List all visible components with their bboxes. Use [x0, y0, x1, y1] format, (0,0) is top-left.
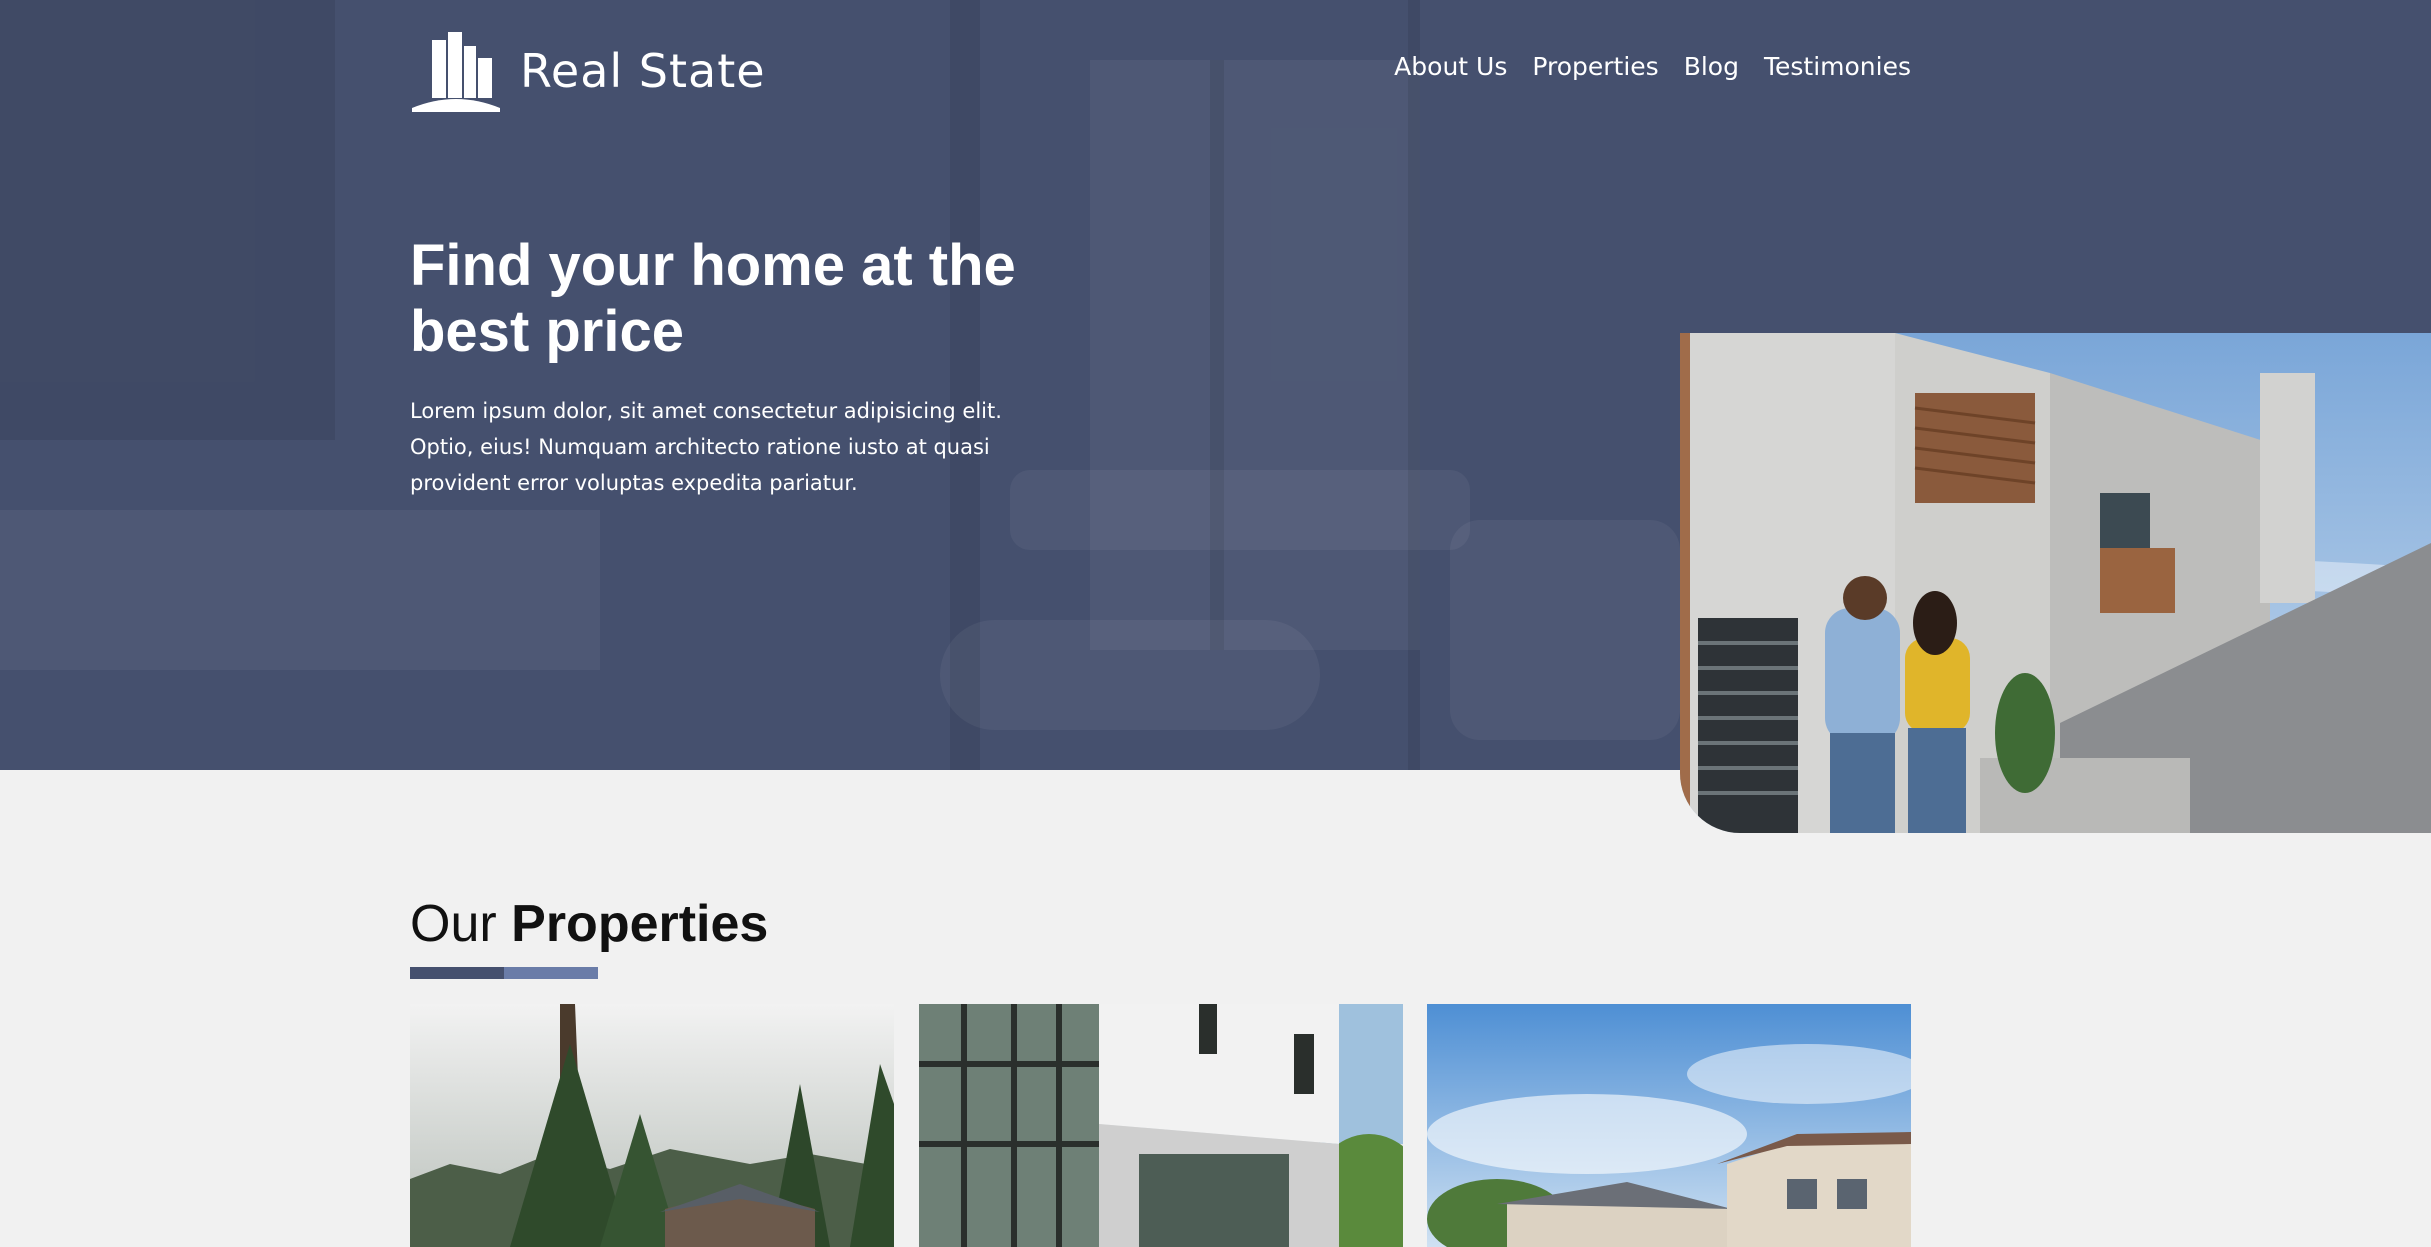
hero-couple-house-image	[1680, 333, 2431, 833]
brand-name: Real State	[520, 44, 766, 98]
nav-blog[interactable]: Blog	[1684, 52, 1739, 81]
section-title-properties: Our Properties	[410, 894, 768, 954]
buildings-icon	[412, 32, 500, 112]
property-card-2[interactable]	[919, 1004, 1403, 1247]
brand-logo[interactable]: Real State	[410, 30, 766, 112]
section-underline-light	[504, 967, 598, 979]
hero-description: Lorem ipsum dolor, sit amet consectetur …	[410, 399, 1002, 495]
nav-testimonies[interactable]: Testimonies	[1764, 52, 1911, 81]
nav-properties[interactable]: Properties	[1532, 52, 1658, 81]
property-card-3[interactable]	[1427, 1004, 1911, 1247]
hero-title: Find your home at the best price	[410, 233, 1016, 364]
section-title-light: Our	[410, 895, 497, 953]
section-underline-dark	[410, 967, 504, 979]
nav-about-us[interactable]: About Us	[1394, 52, 1507, 81]
property-image-modern-house	[919, 1004, 1403, 1247]
section-title-bold: Properties	[511, 895, 769, 953]
property-image-forest-house	[410, 1004, 894, 1247]
main-nav: About Us Properties Blog Testimonies	[1394, 52, 1911, 81]
property-image-suburban-house	[1427, 1004, 1911, 1247]
property-card-1[interactable]	[410, 1004, 894, 1247]
